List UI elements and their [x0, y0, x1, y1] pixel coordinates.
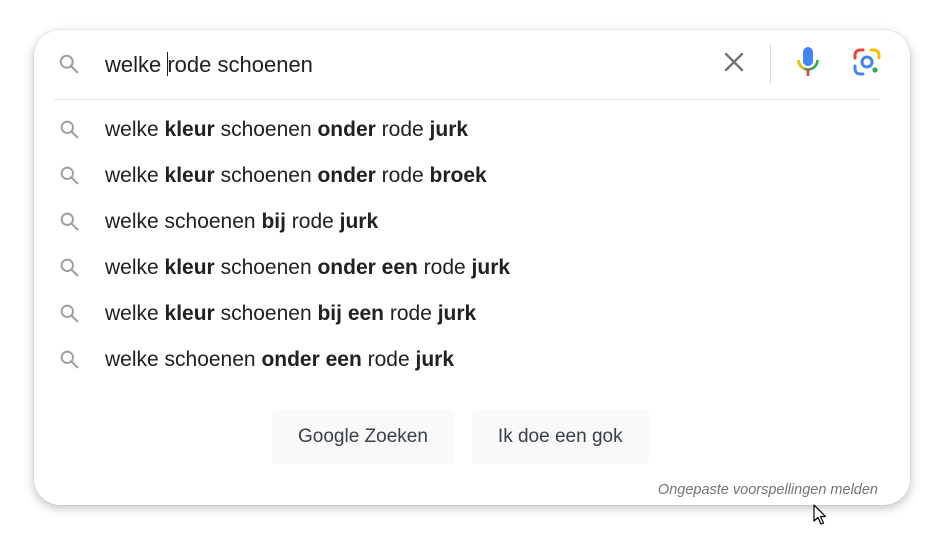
- search-autocomplete-panel: welke rode schoenen welke kleur schoenen…: [34, 30, 910, 505]
- suggestion-item[interactable]: welke kleur schoenen bij een rode jurk: [34, 291, 910, 337]
- suggestion-item[interactable]: welke schoenen onder een rode jurk: [34, 337, 910, 383]
- suggestion-query-part: schoenen: [214, 256, 318, 279]
- suggestion-completion: kleur: [164, 256, 215, 279]
- google-lens-icon: [852, 47, 882, 82]
- voice-search-button[interactable]: [790, 46, 826, 82]
- google-search-button[interactable]: Google Zoeken: [272, 410, 454, 464]
- suggestion-query-part: rode: [285, 210, 340, 233]
- suggestion-text: welke schoenen onder een rode jurk: [105, 347, 454, 373]
- suggestion-item[interactable]: welke kleur schoenen onder rode jurk: [34, 107, 910, 153]
- suggestion-completion: onder een: [317, 256, 418, 279]
- suggestion-completion: onder: [317, 118, 376, 141]
- suggestion-completion: kleur: [164, 302, 215, 325]
- search-bar[interactable]: welke rode schoenen: [34, 30, 910, 98]
- suggestion-query-part: welke: [105, 164, 165, 187]
- search-icon: [59, 165, 80, 186]
- suggestion-text: welke kleur schoenen bij een rode jurk: [105, 301, 476, 327]
- suggestion-completion: kleur: [164, 118, 215, 141]
- separator: [54, 99, 880, 100]
- suggestion-query-part: schoenen: [214, 118, 318, 141]
- suggestion-query-part: welke: [105, 118, 165, 141]
- suggestion-query-part: rode: [384, 302, 438, 325]
- suggestion-completion: bij een: [317, 302, 385, 325]
- search-icon: [59, 303, 80, 324]
- suggestion-completion: jurk: [437, 302, 477, 325]
- close-icon: [722, 50, 746, 79]
- suggestion-completion: onder: [317, 164, 376, 187]
- suggestion-query-part: rode: [375, 118, 430, 141]
- search-icon: [59, 257, 80, 278]
- suggestion-completion: broek: [429, 164, 487, 187]
- suggestion-list: welke kleur schoenen onder rode jurk welk…: [34, 107, 910, 383]
- search-icon: [59, 211, 80, 232]
- suggestion-item[interactable]: welke kleur schoenen onder een rode jurk: [34, 245, 910, 291]
- clear-search-button[interactable]: [716, 46, 752, 82]
- suggestion-text: welke kleur schoenen onder een rode jurk: [105, 255, 510, 281]
- search-icon: [59, 119, 80, 140]
- search-input[interactable]: welke rode schoenen: [105, 52, 313, 78]
- suggestion-item[interactable]: welke schoenen bij rode jurk: [34, 199, 910, 245]
- search-icon: [59, 349, 80, 370]
- suggestion-query-part: rode: [361, 348, 416, 371]
- suggestion-query-part: rode: [417, 256, 472, 279]
- suggestion-completion: jurk: [415, 348, 455, 371]
- suggestion-completion: bij: [261, 210, 286, 233]
- suggestion-query-part: welke: [105, 256, 165, 279]
- microphone-icon: [795, 46, 821, 83]
- suggestion-completion: jurk: [339, 210, 379, 233]
- suggestion-query-part: welke: [105, 302, 165, 325]
- suggestion-query-part: welke schoenen: [105, 210, 262, 233]
- action-buttons: Google Zoeken Ik doe een gok: [272, 410, 649, 464]
- suggestion-query-part: welke schoenen: [105, 348, 262, 371]
- suggestion-item[interactable]: welke kleur schoenen onder rode broek: [34, 153, 910, 199]
- divider: [770, 44, 771, 84]
- suggestion-text: welke schoenen bij rode jurk: [105, 209, 378, 235]
- report-predictions-link[interactable]: Ongepaste voorspellingen melden: [658, 482, 878, 498]
- suggestion-completion: jurk: [471, 256, 511, 279]
- search-icon: [58, 53, 80, 75]
- suggestion-completion: kleur: [164, 164, 215, 187]
- suggestion-query-part: schoenen: [214, 164, 318, 187]
- suggestion-text: welke kleur schoenen onder rode jurk: [105, 117, 468, 143]
- query-text-before-caret: welke: [105, 52, 168, 77]
- feeling-lucky-button[interactable]: Ik doe een gok: [471, 410, 649, 464]
- mouse-pointer-icon: [813, 504, 827, 526]
- suggestion-text: welke kleur schoenen onder rode broek: [105, 163, 487, 189]
- suggestion-query-part: schoenen: [214, 302, 318, 325]
- google-lens-button[interactable]: [849, 46, 885, 82]
- suggestion-query-part: rode: [375, 164, 430, 187]
- query-text-after-caret: rode schoenen: [167, 52, 313, 77]
- suggestion-completion: onder een: [261, 348, 362, 371]
- suggestion-completion: jurk: [429, 118, 469, 141]
